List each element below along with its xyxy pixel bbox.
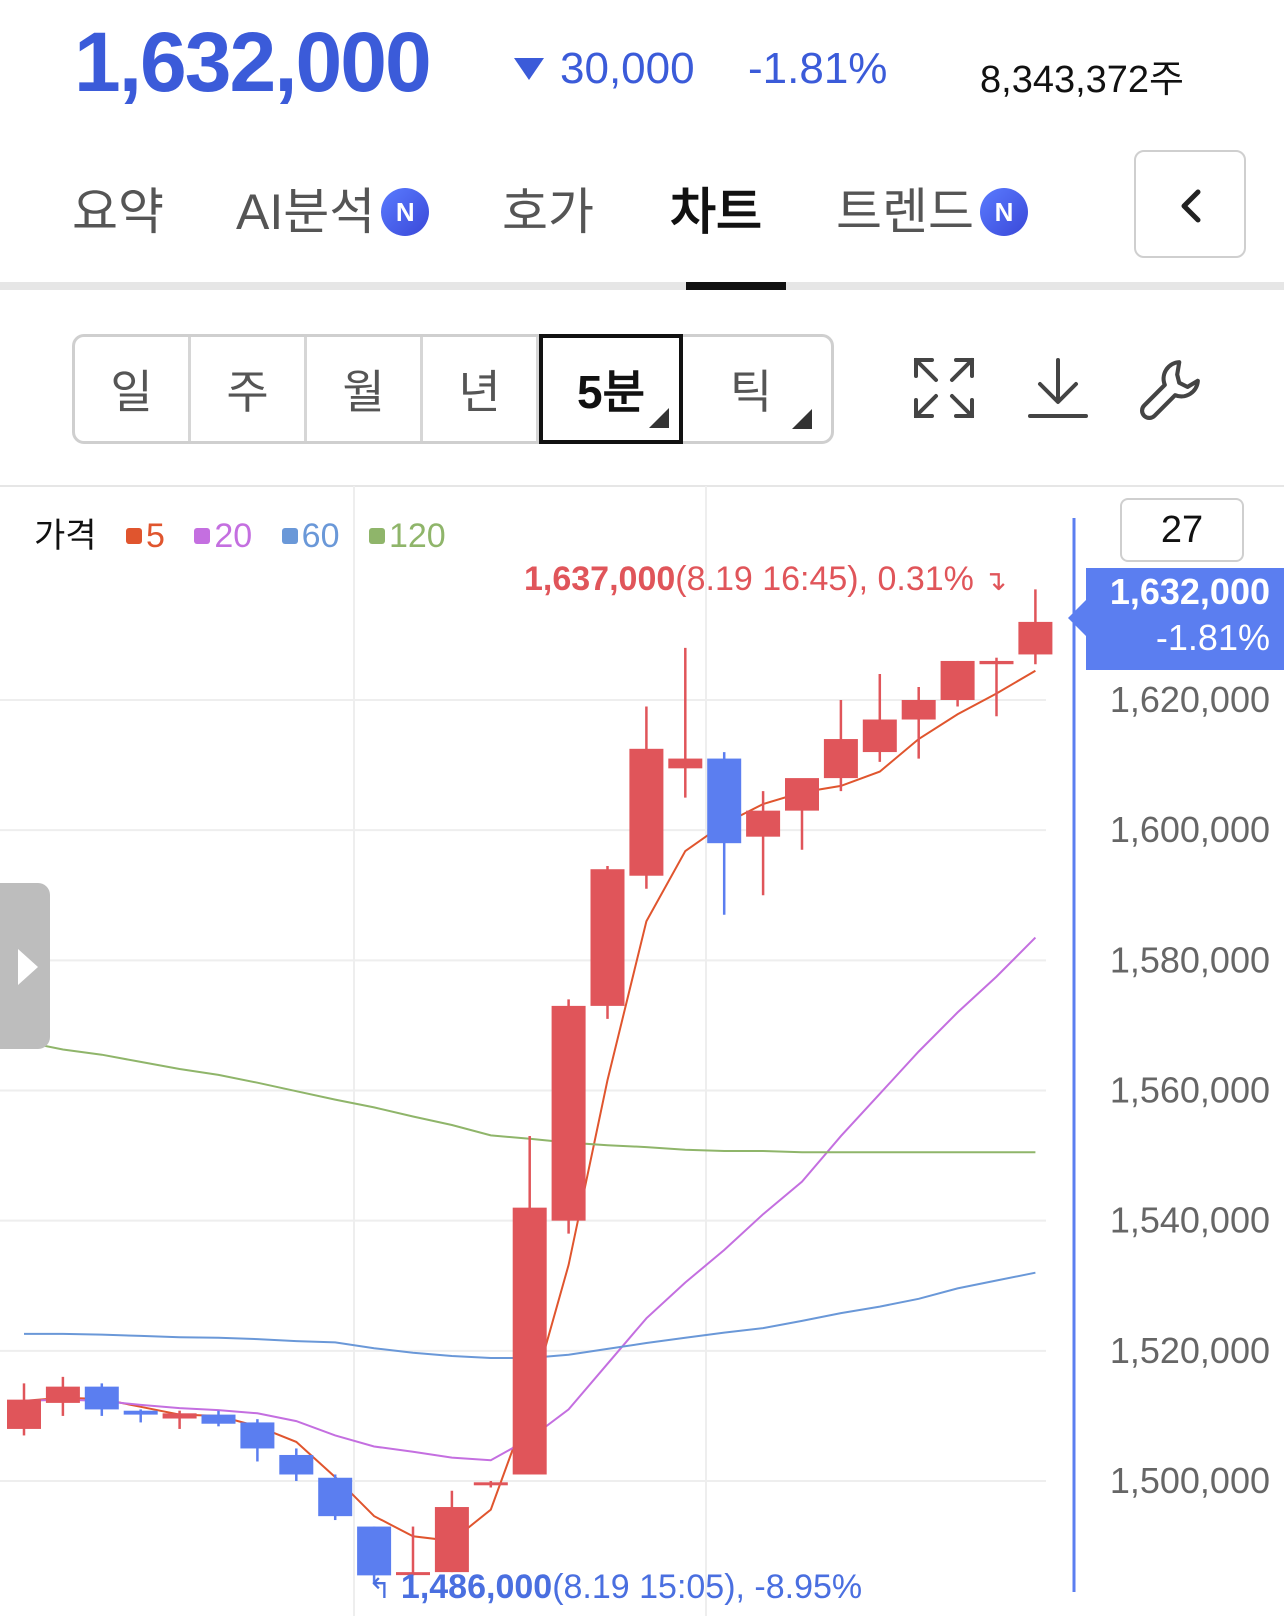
candle-body — [823, 739, 858, 779]
current-price-tag-change: -1.81% — [1155, 617, 1270, 658]
candle-body — [590, 869, 625, 1006]
legend-swatch — [126, 528, 143, 545]
candle-body — [162, 1413, 197, 1419]
candle-body — [318, 1477, 353, 1517]
y-tick-label: 1,620,000 — [1110, 679, 1270, 720]
legend-label: 가격 — [34, 517, 97, 555]
arrow-up-left-icon: ↰ — [368, 1573, 392, 1604]
low-price: 1,486,000 — [400, 1568, 553, 1606]
candle-body — [434, 1507, 469, 1573]
candle-body — [7, 1399, 41, 1429]
candle-body — [1018, 621, 1053, 655]
y-tick-label: 1,580,000 — [1110, 939, 1270, 980]
legend-swatch — [194, 528, 211, 545]
candle-body — [862, 719, 897, 753]
legend-ma20: 20 — [214, 517, 253, 555]
high-detail: (8.19 16:45), 0.31% — [675, 560, 974, 598]
candle-body — [512, 1207, 547, 1475]
y-tick-label: 1,600,000 — [1110, 809, 1270, 850]
y-tick-label: 1,500,000 — [1110, 1460, 1270, 1501]
candle-body — [707, 758, 742, 844]
chart-legend: 가격 5 20 60 120 — [34, 508, 446, 557]
candlestick-chart[interactable]: 1,620,000 1,600,000 1,580,000 1,560,000 1,54… — [0, 0, 1284, 1616]
candle-body — [979, 660, 1014, 665]
candle-body — [940, 660, 975, 700]
side-panel-toggle[interactable] — [0, 883, 50, 1049]
candle-body — [473, 1482, 508, 1486]
current-price-tag: 1,632,000 -1.81% — [1068, 568, 1284, 670]
low-annotation: ↰ 1,486,000(8.19 15:05), -8.95% — [368, 1568, 862, 1607]
candle-body — [201, 1414, 236, 1424]
y-tick-label: 1,540,000 — [1110, 1200, 1270, 1241]
y-tick-label: 1,520,000 — [1110, 1330, 1270, 1371]
candle-body — [551, 1005, 586, 1221]
high-price: 1,637,000 — [524, 560, 676, 598]
arrow-down-right-icon: ↴ — [983, 565, 1007, 596]
low-detail: (8.19 15:05), -8.95% — [552, 1568, 863, 1606]
candle-body — [279, 1454, 314, 1475]
current-price-tag-price: 1,632,000 — [1109, 571, 1270, 612]
legend-ma5: 5 — [146, 517, 165, 555]
candle-body — [629, 748, 664, 876]
candle-body — [901, 700, 936, 720]
ma-line-120 — [23, 1040, 1036, 1154]
candle-body — [746, 810, 781, 837]
candle-body — [84, 1386, 119, 1410]
candle-body — [123, 1410, 158, 1415]
legend-ma60: 60 — [301, 517, 340, 555]
candle-count-box[interactable]: 27 — [1120, 498, 1244, 562]
high-annotation: 1,637,000(8.19 16:45), 0.31% ↴ — [524, 560, 1007, 599]
candle-body — [45, 1386, 80, 1403]
legend-ma120: 120 — [388, 517, 446, 555]
y-tick-label: 1,560,000 — [1110, 1070, 1270, 1111]
legend-swatch — [281, 528, 298, 545]
legend-swatch — [368, 528, 385, 545]
candle-body — [240, 1422, 275, 1449]
candle-body — [668, 758, 703, 769]
candle-body — [785, 778, 819, 811]
